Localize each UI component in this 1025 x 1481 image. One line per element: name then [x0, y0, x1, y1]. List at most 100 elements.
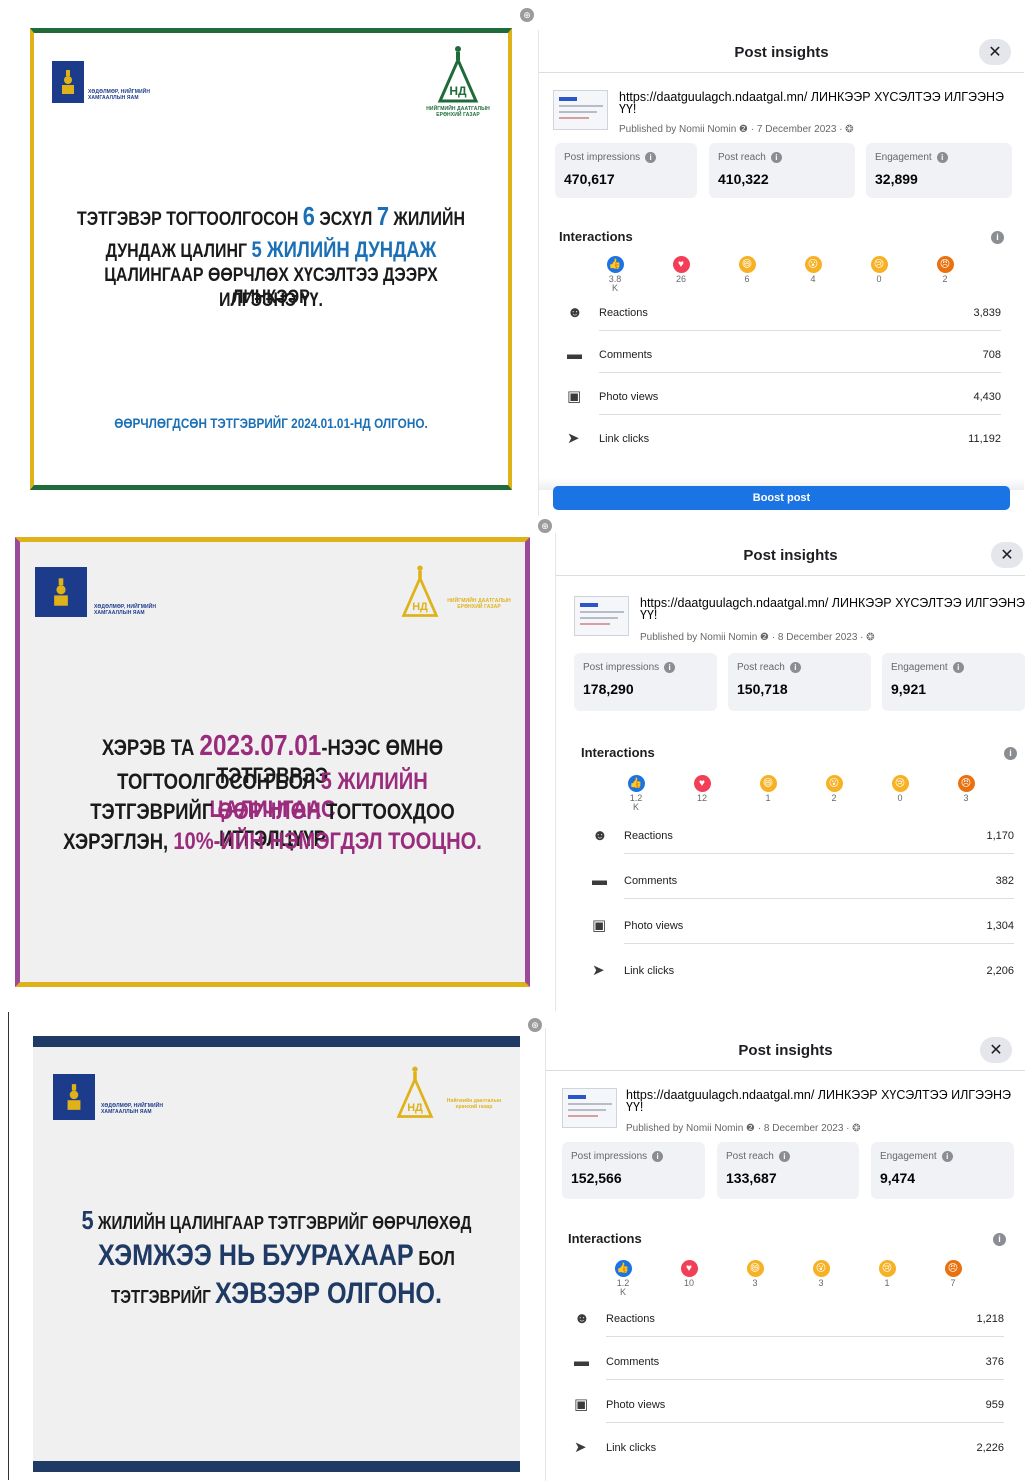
reaction-sad[interactable]: 😢 0 [859, 256, 899, 284]
post-reach-card: Post reach i 133,687 [717, 1142, 859, 1199]
angry-icon: 😠 [957, 775, 975, 792]
info-icon[interactable]: i [645, 152, 657, 163]
reactions-icon: ☻ [574, 1310, 590, 1327]
metric-row-photo-views[interactable]: ▣ Photo views 959 [566, 1396, 1004, 1436]
zoom-icon[interactable]: ⊕ [520, 8, 534, 22]
reaction-wow[interactable]: 😮 3 [801, 1260, 841, 1288]
reaction-count: 7 [950, 1278, 956, 1288]
ministry-emblem [52, 61, 84, 103]
reaction-count: 6 [744, 274, 750, 284]
close-button[interactable]: ✕ [979, 39, 1011, 65]
post-thumbnail[interactable] [574, 596, 629, 636]
reaction-love[interactable]: ♥ 10 [669, 1260, 709, 1288]
divider [556, 575, 1025, 576]
metric-row-photo-views[interactable]: ▣ Photo views 4,430 [559, 388, 1001, 428]
poster-2-line-4: ХЭРЭГЛЭН, 10%-ИЙН НЭМЭГДЭЛ ТООЦНО. [63, 828, 482, 855]
zoom-icon[interactable]: ⊕ [528, 1018, 542, 1032]
ministry-emblem [35, 567, 87, 617]
metric-value: 376 [985, 1356, 1004, 1368]
post-link-text[interactable]: https://daatguulagch.ndaatgal.mn/ ЛИНКЭЭ… [619, 91, 1019, 116]
reaction-sad[interactable]: 😢 1 [867, 1260, 907, 1288]
reaction-love[interactable]: ♥ 26 [661, 256, 701, 284]
left-rule [8, 1012, 9, 1480]
close-button[interactable]: ✕ [991, 542, 1023, 568]
reaction-wow[interactable]: 😮 2 [814, 775, 854, 803]
card-label: Engagement [891, 662, 948, 674]
card-label: Post impressions [571, 1151, 648, 1163]
metric-label: Comments [624, 875, 678, 887]
metric-label: Reactions [624, 830, 673, 842]
card-value: 9,921 [891, 681, 927, 697]
metric-row-link-clicks[interactable]: ➤ Link clicks 2,206 [584, 962, 1014, 1002]
card-label: Post reach [718, 152, 766, 164]
like-icon: 👍 [627, 775, 645, 792]
info-icon[interactable]: i [993, 1233, 1006, 1246]
metric-row-comments[interactable]: ▬ Comments 708 [559, 346, 1001, 386]
reaction-count: 4 [810, 274, 816, 284]
info-icon[interactable]: i [936, 152, 948, 163]
card-value: 470,617 [564, 171, 615, 187]
reaction-sad[interactable]: 😢 0 [880, 775, 920, 803]
interactions-heading: Interactions [559, 229, 633, 244]
metric-row-comments[interactable]: ▬ Comments 376 [566, 1353, 1004, 1393]
post-link-text[interactable]: https://daatguulagch.ndaatgal.mn/ ЛИНКЭЭ… [626, 1089, 1025, 1114]
metric-row-comments[interactable]: ▬ Comments 382 [584, 872, 1014, 912]
post-insights-panel-3: Post insights ✕ https://daatguulagch.nda… [545, 1028, 1025, 1481]
info-icon[interactable]: i [778, 1151, 790, 1162]
info-icon[interactable]: i [941, 1151, 953, 1162]
metric-label: Photo views [599, 391, 659, 403]
svg-text:НД: НД [407, 1102, 423, 1114]
reaction-haha[interactable]: 😄 1 [748, 775, 788, 803]
post-reach-card: Post reach i 150,718 [728, 653, 871, 711]
metric-value: 1,170 [986, 830, 1014, 842]
reaction-love[interactable]: ♥ 12 [682, 775, 722, 803]
metric-value: 2,206 [986, 965, 1014, 977]
reaction-angry[interactable]: 😠 3 [946, 775, 986, 803]
poster-3-line-1: 5 ЖИЛИЙН ЦАЛИНГААР ТЭТГЭВРИЙГ ӨӨРЧЛӨХӨД [81, 1205, 472, 1235]
reaction-like[interactable]: 👍 3.8 K [595, 256, 635, 293]
panel-title: Post insights [738, 1042, 833, 1059]
metric-row-reactions[interactable]: ☻ Reactions 3,839 [559, 304, 1001, 344]
info-icon[interactable]: i [652, 1151, 664, 1162]
angry-icon: 😠 [936, 256, 954, 273]
reaction-angry[interactable]: 😠 2 [925, 256, 965, 284]
metric-row-link-clicks[interactable]: ➤ Link clicks 11,192 [559, 430, 1001, 470]
reaction-haha[interactable]: 😄 3 [735, 1260, 775, 1288]
card-label: Post impressions [583, 662, 660, 674]
metric-row-reactions[interactable]: ☻ Reactions 1,218 [566, 1310, 1004, 1350]
post-thumbnail[interactable] [562, 1088, 617, 1128]
zoom-icon[interactable]: ⊕ [538, 519, 552, 533]
reaction-like[interactable]: 👍 1.2 K [616, 775, 656, 812]
svg-text:НД: НД [449, 84, 467, 98]
interactions-heading: Interactions [581, 745, 655, 760]
metric-row-reactions[interactable]: ☻ Reactions 1,170 [584, 827, 1014, 867]
info-icon[interactable]: i [952, 662, 964, 673]
close-icon: ✕ [988, 44, 1002, 61]
published-by: Published by Nomii Nomin ❷ · 7 December … [619, 124, 854, 135]
info-icon[interactable]: i [1004, 747, 1017, 760]
sad-icon: 😢 [878, 1260, 896, 1277]
post-link-text[interactable]: https://daatguulagch.ndaatgal.mn/ ЛИНКЭЭ… [640, 597, 1025, 622]
card-value: 152,566 [571, 1170, 622, 1186]
reaction-wow[interactable]: 😮 4 [793, 256, 833, 284]
boost-post-button[interactable]: Boost post [553, 486, 1010, 510]
reaction-angry[interactable]: 😠 7 [933, 1260, 973, 1288]
info-icon[interactable]: i [789, 662, 801, 673]
metric-row-photo-views[interactable]: ▣ Photo views 1,304 [584, 917, 1014, 957]
metric-row-link-clicks[interactable]: ➤ Link clicks 2,226 [566, 1439, 1004, 1479]
metrics-list: ☻ Reactions 1,218 ▬ Comments 376 ▣ Photo views 9… [566, 1310, 1004, 1480]
reaction-count: 2 [831, 793, 837, 803]
poster-1-line-4: ИЛГЭЭНЭ ҮҮ. [219, 290, 323, 311]
reaction-like[interactable]: 👍 1.2 K [603, 1260, 643, 1297]
metric-value: 1,218 [976, 1313, 1004, 1325]
info-icon[interactable]: i [770, 152, 782, 163]
post-thumbnail[interactable] [553, 90, 608, 130]
metric-label: Photo views [624, 920, 684, 932]
info-icon[interactable]: i [991, 231, 1004, 244]
angry-icon: 😠 [944, 1260, 962, 1277]
info-icon[interactable]: i [664, 662, 676, 673]
photo-views-icon: ▣ [567, 388, 582, 405]
reaction-haha[interactable]: 😄 6 [727, 256, 767, 284]
metrics-list: ☻ Reactions 1,170 ▬ Comments 382 ▣ Photo views 1… [584, 827, 1014, 1007]
close-button[interactable]: ✕ [980, 1037, 1012, 1063]
